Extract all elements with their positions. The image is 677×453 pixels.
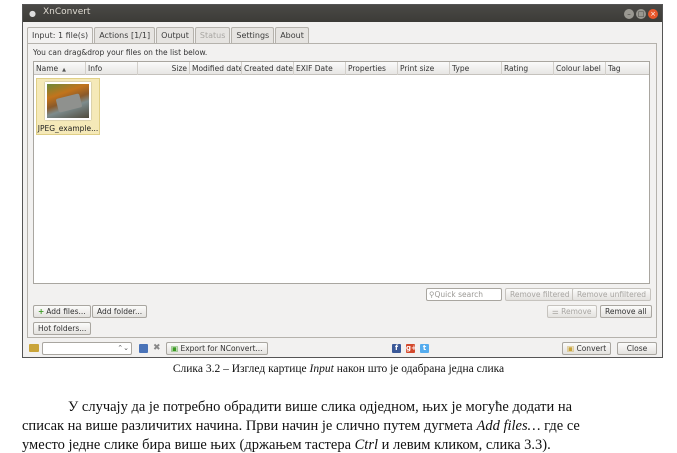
thumbnail-image bbox=[45, 82, 91, 120]
tab-output[interactable]: Output bbox=[156, 27, 194, 43]
bottom-toolbar: ⌃⌄ ✖ ▣ Export for NConvert... f g+ t ▣ C… bbox=[27, 342, 657, 356]
column-info[interactable]: Info bbox=[86, 62, 138, 75]
remove-filtered-button[interactable]: Remove filtered bbox=[505, 288, 575, 301]
sort-arrow-icon: ▲ bbox=[62, 67, 66, 73]
plus-icon: + bbox=[38, 307, 45, 316]
column-properties[interactable]: Properties bbox=[346, 62, 398, 75]
column-print-size[interactable]: Print size bbox=[398, 62, 450, 75]
add-folder-button[interactable]: Add folder... bbox=[92, 305, 148, 318]
save-icon[interactable] bbox=[139, 344, 148, 353]
quick-search-input[interactable]: ⚲Quick search bbox=[426, 288, 502, 301]
file-list[interactable]: Name ▲ Info Size Modified date Created da… bbox=[33, 61, 650, 284]
remove-button[interactable]: ⚌ Remove bbox=[547, 305, 597, 318]
remove-all-button[interactable]: Remove all bbox=[600, 305, 652, 318]
add-files-button[interactable]: + Add files... bbox=[33, 305, 91, 318]
paragraph-line-3: уместо једне слике бира више њих (држање… bbox=[22, 437, 551, 453]
tab-settings[interactable]: Settings bbox=[231, 27, 275, 43]
column-type[interactable]: Type bbox=[450, 62, 502, 75]
file-name-label: JPEG_example... bbox=[37, 124, 99, 133]
facebook-icon[interactable]: f bbox=[392, 344, 401, 353]
close-button[interactable]: Close bbox=[617, 342, 657, 355]
column-size[interactable]: Size bbox=[138, 62, 190, 75]
drag-drop-hint: You can drag&drop your files on the list… bbox=[33, 48, 208, 57]
file-thumbnail-item[interactable]: JPEG_example... bbox=[36, 78, 100, 135]
column-modified-date[interactable]: Modified date bbox=[190, 62, 242, 75]
tab-actions[interactable]: Actions [1/1] bbox=[94, 27, 156, 43]
bench-shape bbox=[55, 93, 83, 113]
xnconvert-icon: ● bbox=[29, 9, 36, 18]
tab-input[interactable]: Input: 1 file(s) bbox=[27, 27, 94, 44]
column-created-date[interactable]: Created date bbox=[242, 62, 294, 75]
convert-button[interactable]: ▣ Convert bbox=[562, 342, 612, 355]
tab-status[interactable]: Status bbox=[194, 27, 231, 43]
xnconvert-window: ● XnConvert – □ × Input: 1 file(s) Actio… bbox=[22, 4, 663, 358]
input-panel: You can drag&drop your files on the list… bbox=[27, 43, 657, 338]
close-icon[interactable]: × bbox=[648, 9, 658, 19]
preset-combo[interactable]: ⌃⌄ bbox=[42, 342, 132, 355]
clear-icon[interactable]: ✖ bbox=[153, 343, 161, 353]
column-rating[interactable]: Rating bbox=[502, 62, 554, 75]
remove-icon: ⚌ bbox=[552, 307, 562, 316]
column-exif-date[interactable]: EXIF Date bbox=[294, 62, 346, 75]
tab-bar: Input: 1 file(s) Actions [1/1] Output St… bbox=[27, 27, 310, 44]
column-name[interactable]: Name ▲ bbox=[34, 62, 86, 75]
hot-folders-button[interactable]: Hot folders... bbox=[33, 322, 92, 335]
remove-unfiltered-button[interactable]: Remove unfiltered bbox=[572, 288, 651, 301]
paragraph-line-1: У случају да је потребно обрадити више с… bbox=[68, 399, 573, 415]
maximize-icon[interactable]: □ bbox=[636, 9, 646, 19]
figure-caption: Слика 3.2 – Изглед картице Input након ш… bbox=[172, 363, 505, 375]
google-plus-icon[interactable]: g+ bbox=[406, 344, 417, 353]
quick-search-placeholder: Quick search bbox=[434, 290, 484, 299]
minimize-icon[interactable]: – bbox=[624, 9, 634, 19]
body-paragraph: У случају да је потребно обрадити више с… bbox=[22, 398, 664, 453]
paragraph-line-2: списак на више различитих начина. Први н… bbox=[22, 418, 580, 434]
title-bar: ● XnConvert – □ × bbox=[23, 5, 662, 22]
tab-about[interactable]: About bbox=[275, 27, 309, 43]
export-nconvert-button[interactable]: ▣ Export for NConvert... bbox=[166, 342, 268, 355]
window-title: XnConvert bbox=[43, 7, 91, 17]
column-tag[interactable]: Tag bbox=[606, 62, 649, 75]
folder-icon[interactable] bbox=[29, 344, 39, 352]
twitter-icon[interactable]: t bbox=[420, 344, 429, 353]
column-header: Name ▲ Info Size Modified date Created da… bbox=[34, 62, 649, 75]
column-colour-label[interactable]: Colour label bbox=[554, 62, 606, 75]
